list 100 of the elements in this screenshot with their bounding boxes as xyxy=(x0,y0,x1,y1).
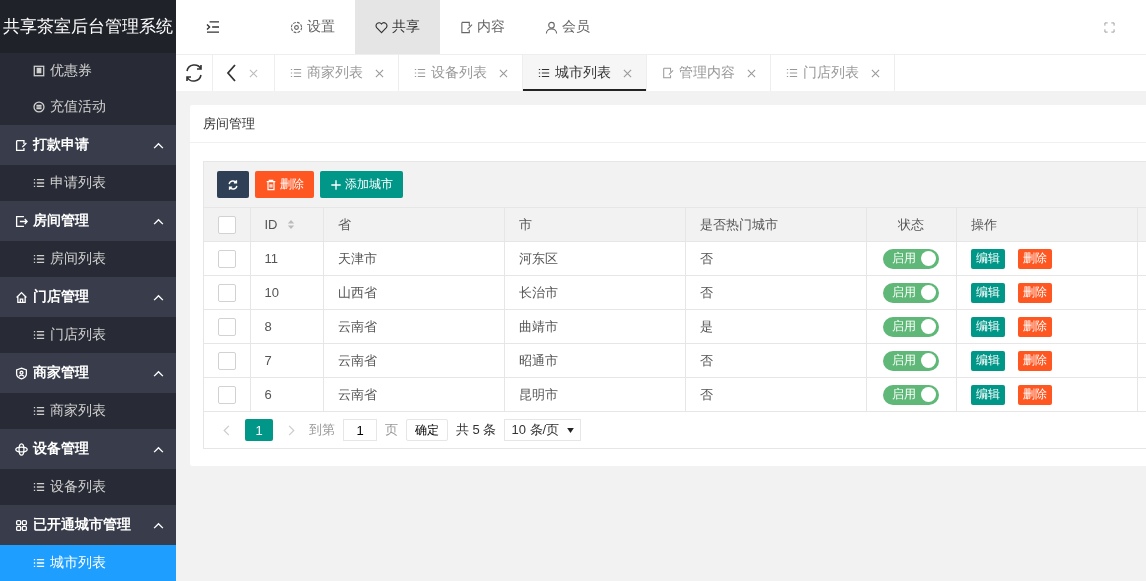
sidebar-group-label: 设备管理 xyxy=(33,440,90,458)
city-cell: 昭通市 xyxy=(518,352,558,368)
status-switch[interactable]: 启用 xyxy=(883,282,939,303)
list-icon xyxy=(33,405,45,417)
delete-button[interactable]: 删除 xyxy=(1017,316,1052,337)
id-cell: 6 xyxy=(264,387,272,402)
user-icon xyxy=(545,20,558,34)
page-size-select[interactable]: 10 条/页 xyxy=(504,419,582,441)
sidebar-group[interactable]: 房间管理 xyxy=(0,201,176,241)
row-checkbox[interactable] xyxy=(218,283,236,302)
sidebar-item-label: 申请列表 xyxy=(50,174,106,192)
sidebar-group[interactable]: 已开通城市管理 xyxy=(0,505,176,545)
delete-button[interactable]: 删除 xyxy=(255,171,314,198)
delete-button[interactable]: 删除 xyxy=(1017,384,1052,405)
sidebar-item-label: 房间列表 xyxy=(50,250,106,268)
page-number[interactable]: 1 xyxy=(245,419,273,441)
close-icon[interactable] xyxy=(747,68,756,78)
list-icon xyxy=(290,67,302,79)
page-tab[interactable]: 门店列表 xyxy=(771,55,895,91)
hot-city-cell: 否 xyxy=(699,250,713,266)
nav-item[interactable]: 内容 xyxy=(440,0,525,54)
ticket-icon xyxy=(33,65,45,77)
list-icon xyxy=(538,67,550,79)
close-icon[interactable] xyxy=(375,68,384,78)
chevron-up-icon xyxy=(153,445,164,453)
sidebar-group[interactable]: 商家管理 xyxy=(0,353,176,393)
row-checkbox[interactable] xyxy=(218,317,236,336)
row-checkbox[interactable] xyxy=(218,249,236,268)
refresh-button[interactable] xyxy=(217,171,249,198)
province-cell: 云南省 xyxy=(337,386,377,402)
column-header: 操作 xyxy=(970,215,997,234)
city-cell: 昆明市 xyxy=(518,386,558,402)
grid-icon xyxy=(15,518,28,532)
card-title: 房间管理 xyxy=(190,105,1146,143)
edit-icon xyxy=(662,67,674,79)
status-switch[interactable]: 启用 xyxy=(883,350,939,371)
city-cell: 河东区 xyxy=(518,250,558,266)
sidebar-item[interactable]: 城市列表 xyxy=(0,545,176,581)
edit-button[interactable]: 编辑 xyxy=(970,248,1005,269)
page-tab[interactable]: 商家列表 xyxy=(275,55,399,91)
select-all-checkbox[interactable] xyxy=(218,215,236,234)
hot-city-cell: 是 xyxy=(699,318,713,334)
sidebar-item-label: 充值活动 xyxy=(50,98,106,116)
chevron-right-icon[interactable] xyxy=(286,423,296,437)
sidebar-group-label: 打款申请 xyxy=(33,136,90,154)
list-icon xyxy=(33,481,45,493)
hot-city-cell: 否 xyxy=(699,352,713,368)
confirm-button[interactable]: 确定 xyxy=(406,419,448,441)
list-icon xyxy=(33,557,45,569)
close-icon[interactable] xyxy=(871,68,880,78)
refresh-icon xyxy=(227,178,239,191)
hot-city-cell: 否 xyxy=(699,284,713,300)
delete-button[interactable]: 删除 xyxy=(1017,282,1052,303)
row-checkbox[interactable] xyxy=(218,351,236,370)
status-switch[interactable]: 启用 xyxy=(883,316,939,337)
id-cell: 10 xyxy=(264,285,279,300)
nav-item[interactable]: 共享 xyxy=(355,0,440,54)
menu-icon[interactable] xyxy=(206,21,220,33)
city-cell: 长治市 xyxy=(518,284,558,300)
close-icon[interactable] xyxy=(623,68,632,78)
total-count: 共 5 条 xyxy=(456,421,497,439)
edit-button[interactable]: 编辑 xyxy=(970,384,1005,405)
close-icon[interactable] xyxy=(249,68,258,78)
sidebar-group[interactable]: 门店管理 xyxy=(0,277,176,317)
column-header[interactable]: ID xyxy=(264,217,295,232)
sidebar-group[interactable]: 设备管理 xyxy=(0,429,176,469)
sidebar-group[interactable]: 打款申请 xyxy=(0,125,176,165)
status-switch[interactable]: 启用 xyxy=(883,384,939,405)
fullscreen-icon[interactable] xyxy=(1104,21,1115,33)
chevron-up-icon xyxy=(153,293,164,301)
id-cell: 7 xyxy=(264,353,272,368)
atom-icon xyxy=(15,442,28,456)
province-cell: 云南省 xyxy=(337,318,377,334)
chevron-up-icon xyxy=(153,521,164,529)
sidebar-item-label: 优惠券 xyxy=(50,62,92,80)
sort-icon[interactable] xyxy=(286,219,295,230)
sidebar-group-label: 房间管理 xyxy=(33,212,90,230)
delete-button[interactable]: 删除 xyxy=(1017,248,1052,269)
nav-item[interactable]: 会员 xyxy=(525,0,610,54)
id-cell: 8 xyxy=(264,319,272,334)
edit-button[interactable]: 编辑 xyxy=(970,350,1005,371)
edit-button[interactable]: 编辑 xyxy=(970,282,1005,303)
exit-icon xyxy=(15,214,28,228)
column-header: 省 xyxy=(337,215,351,234)
add-button[interactable]: 添加城市 xyxy=(320,171,403,198)
delete-button[interactable]: 删除 xyxy=(1017,350,1052,371)
list-icon xyxy=(786,67,798,79)
trash-icon xyxy=(265,178,277,191)
edit-button[interactable]: 编辑 xyxy=(970,316,1005,337)
page-input[interactable]: 1 xyxy=(343,419,377,441)
nav-item[interactable]: 设置 xyxy=(270,0,355,54)
page-tab[interactable]: 城市列表 xyxy=(523,55,647,91)
status-switch[interactable]: 启用 xyxy=(883,248,939,269)
gear-icon xyxy=(290,20,303,34)
column-header: 状态 xyxy=(898,215,924,234)
province-cell: 云南省 xyxy=(337,352,377,368)
row-checkbox[interactable] xyxy=(218,385,236,404)
close-icon[interactable] xyxy=(499,68,508,78)
hot-city-cell: 否 xyxy=(699,386,713,402)
page-tab[interactable]: 管理内容 xyxy=(647,55,771,91)
